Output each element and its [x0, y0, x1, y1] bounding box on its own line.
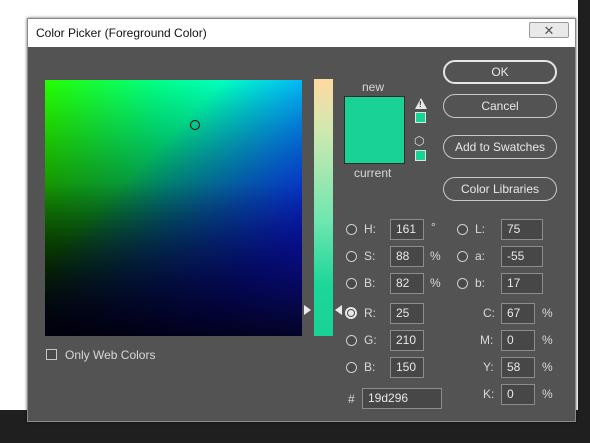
new-label: new: [362, 80, 385, 94]
close-button[interactable]: ✕: [529, 22, 569, 38]
s-input[interactable]: 88: [390, 246, 424, 267]
color-field[interactable]: [45, 80, 302, 336]
color-field-dark-overlay: [45, 80, 302, 336]
cube-icon[interactable]: ⬡: [414, 135, 426, 147]
a-label: a:: [475, 249, 486, 263]
current-color-swatch[interactable]: [345, 130, 404, 163]
c-label: C:: [483, 306, 495, 320]
k-input[interactable]: 0: [501, 384, 535, 405]
cancel-button[interactable]: Cancel: [443, 94, 557, 118]
only-web-colors-label[interactable]: Only Web Colors: [65, 348, 155, 362]
new-color-swatch: [345, 97, 404, 130]
y-input[interactable]: 58: [501, 357, 535, 378]
color-preview: [344, 96, 405, 164]
r-label: R:: [364, 306, 376, 320]
current-label: current: [354, 166, 392, 180]
title-bar: Color Picker (Foreground Color) ✕: [28, 19, 575, 47]
r-input[interactable]: 25: [390, 303, 424, 324]
m-unit: %: [542, 333, 553, 347]
radio-r[interactable]: [345, 307, 357, 319]
radio-b[interactable]: [346, 278, 357, 289]
g-label: G:: [364, 333, 377, 347]
b-input[interactable]: 82: [390, 273, 424, 294]
l-label: L:: [475, 222, 486, 236]
color-libraries-button[interactable]: Color Libraries: [443, 177, 557, 201]
radio-g[interactable]: [346, 335, 357, 346]
s-label: S:: [364, 249, 376, 263]
k-unit: %: [542, 387, 553, 401]
c-unit: %: [542, 306, 553, 320]
g-input[interactable]: 210: [390, 330, 424, 351]
h-unit: °: [431, 220, 436, 234]
color-picker-dialog: Color Picker (Foreground Color) ✕ new cu…: [27, 18, 576, 422]
k-label: K:: [483, 387, 495, 401]
c-input[interactable]: 67: [501, 303, 535, 324]
color-field-cursor[interactable]: [190, 120, 200, 130]
a-input[interactable]: -55: [501, 246, 543, 267]
hex-label: #: [348, 392, 355, 406]
m-input[interactable]: 0: [501, 330, 535, 351]
y-label: Y:: [483, 360, 494, 374]
h-label: H:: [364, 222, 376, 236]
h-input[interactable]: 161: [390, 219, 424, 240]
b-label: B:: [364, 276, 376, 290]
hex-input[interactable]: 19d296: [362, 388, 442, 409]
radio-l[interactable]: [457, 224, 468, 235]
radio-h[interactable]: [346, 224, 357, 235]
ok-button[interactable]: OK: [443, 60, 557, 84]
gamut-warning-swatch[interactable]: [415, 112, 426, 123]
radio-s[interactable]: [346, 251, 357, 262]
radio-a[interactable]: [457, 251, 468, 262]
warning-triangle-icon[interactable]: !: [415, 98, 427, 109]
add-to-swatches-button[interactable]: Add to Swatches: [443, 135, 557, 159]
radio-lab-b[interactable]: [457, 278, 468, 289]
slider-handle-left[interactable]: [304, 305, 311, 315]
only-web-colors-checkbox[interactable]: [46, 349, 57, 360]
slider-handle-right[interactable]: [335, 305, 342, 315]
m-label: M:: [480, 333, 494, 347]
s-unit: %: [430, 249, 441, 263]
web-safe-swatch[interactable]: [415, 150, 426, 161]
l-input[interactable]: 75: [501, 219, 543, 240]
background-edge: [578, 0, 590, 443]
y-unit: %: [542, 360, 553, 374]
window-title: Color Picker (Foreground Color): [36, 26, 207, 40]
radio-rgb-b[interactable]: [346, 362, 357, 373]
lab-b-input[interactable]: 17: [501, 273, 543, 294]
color-slider[interactable]: [314, 79, 333, 336]
lab-b-label: b:: [475, 276, 486, 290]
rgb-b-label: B:: [364, 360, 376, 374]
close-icon: ✕: [543, 23, 555, 38]
rgb-b-input[interactable]: 150: [390, 357, 424, 378]
b-unit: %: [430, 276, 441, 290]
